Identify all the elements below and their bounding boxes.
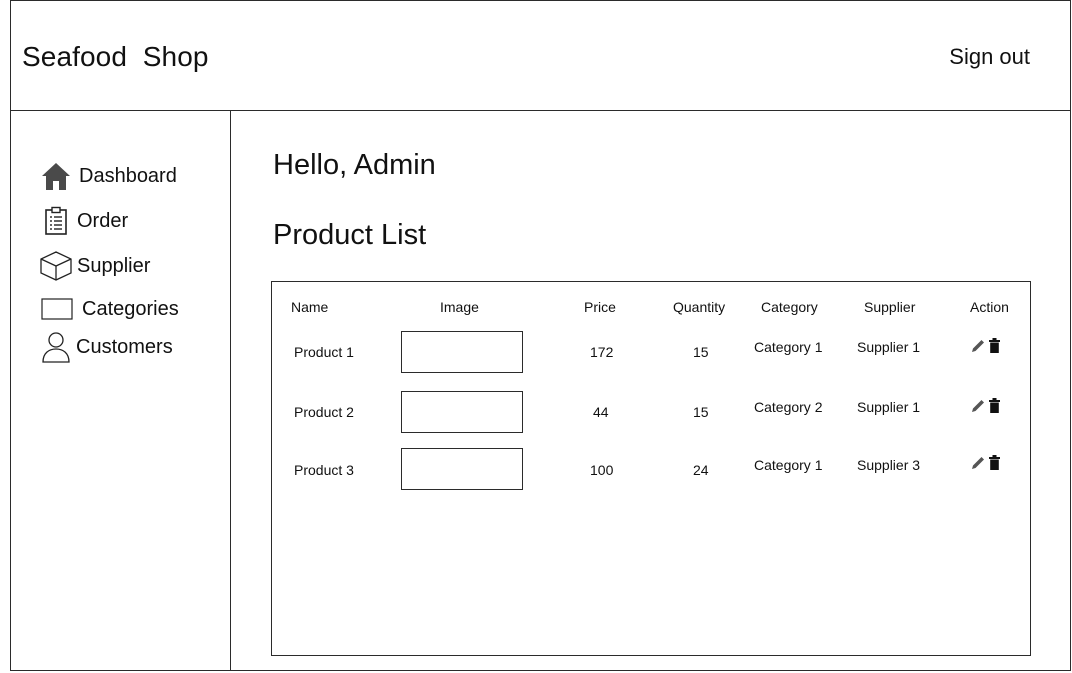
- pencil-icon[interactable]: [971, 338, 986, 353]
- column-header-category: Category: [761, 299, 818, 315]
- product-quantity: 15: [693, 344, 709, 360]
- product-supplier: Supplier 1: [857, 399, 921, 415]
- column-header-image: Image: [440, 299, 479, 315]
- rectangle-icon: [40, 292, 74, 326]
- product-image-placeholder: [401, 448, 523, 490]
- sidebar-item-label: Categories: [82, 297, 179, 320]
- brand-title: Seafood Shop: [22, 41, 209, 72]
- column-header-price: Price: [584, 299, 616, 315]
- product-price: 100: [590, 462, 614, 478]
- product-image-placeholder: [401, 391, 523, 433]
- product-table: Name Image Price Quantity Category Suppl…: [271, 281, 1031, 656]
- product-name: Product 3: [294, 462, 354, 478]
- pencil-icon[interactable]: [971, 398, 986, 413]
- sidebar-item-label: Customers: [76, 335, 173, 358]
- product-category: Category 2: [754, 399, 823, 415]
- box-icon: [39, 249, 73, 283]
- home-icon: [39, 159, 73, 193]
- greeting: Hello, Admin: [273, 149, 436, 181]
- row-actions: [971, 338, 1000, 353]
- product-image-placeholder: [401, 331, 523, 373]
- product-quantity: 15: [693, 404, 709, 420]
- sidebar-item-label: Supplier: [77, 254, 151, 277]
- main-content: Hello, Admin Product List Name Image Pri…: [230, 110, 1071, 671]
- column-header-name: Name: [291, 299, 329, 315]
- product-name: Product 1: [294, 344, 354, 360]
- sidebar-item-dashboard[interactable]: Dashboard: [39, 159, 177, 193]
- pencil-icon[interactable]: [971, 455, 986, 470]
- trash-icon[interactable]: [989, 338, 1000, 353]
- user-icon: [40, 330, 72, 364]
- product-supplier: Supplier 1: [857, 339, 921, 355]
- row-actions: [971, 398, 1000, 413]
- column-header-quantity: Quantity: [673, 299, 726, 315]
- sidebar-item-categories[interactable]: Categories: [40, 292, 179, 326]
- product-quantity: 24: [693, 462, 709, 478]
- product-price: 172: [590, 344, 614, 360]
- product-category: Category 1: [754, 339, 823, 355]
- clipboard-list-icon: [41, 204, 71, 238]
- column-header-supplier: Supplier: [864, 299, 916, 315]
- sidebar-item-label: Dashboard: [79, 164, 177, 187]
- product-price: 44: [593, 404, 609, 420]
- sidebar-item-label: Order: [77, 209, 129, 232]
- product-category: Category 1: [754, 457, 823, 473]
- sidebar-item-supplier[interactable]: Supplier: [39, 249, 150, 283]
- row-actions: [971, 455, 1000, 470]
- product-name: Product 2: [294, 404, 354, 420]
- column-header-action: Action: [970, 299, 1009, 315]
- sign-out-link[interactable]: Sign out: [949, 44, 1030, 70]
- sidebar-item-order[interactable]: Order: [41, 204, 128, 238]
- trash-icon[interactable]: [989, 455, 1000, 470]
- app-header: Seafood Shop Sign out: [10, 0, 1071, 111]
- trash-icon[interactable]: [989, 398, 1000, 413]
- product-supplier: Supplier 3: [857, 457, 921, 473]
- sidebar: Dashboard Order Supplier Categories Cust…: [10, 110, 231, 671]
- page-title: Product List: [273, 219, 427, 251]
- sidebar-item-customers[interactable]: Customers: [40, 330, 173, 364]
